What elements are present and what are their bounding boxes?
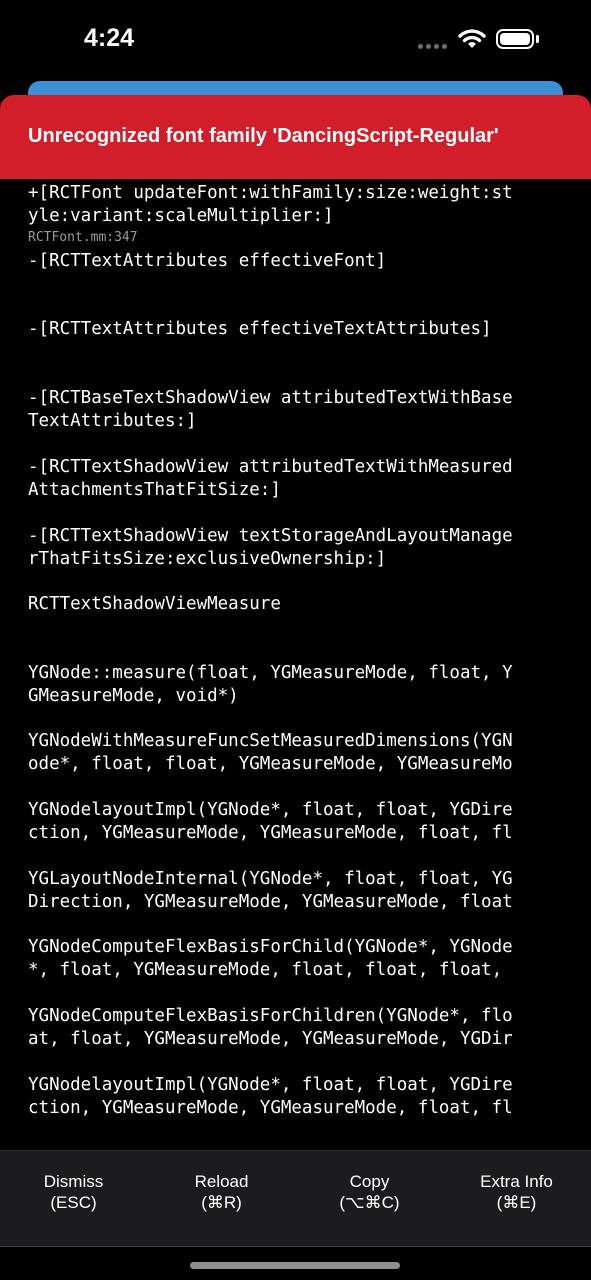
stack-frame[interactable]: +[RCTFont updateFont:withFamily:size:wei… — [28, 182, 564, 247]
stack-frame-method: -[RCTBaseTextShadowView attributedTextWi… — [28, 388, 513, 408]
battery-icon — [496, 29, 534, 49]
stack-frame[interactable]: YGNodelayoutImpl(YGNode*, float, float, … — [28, 799, 564, 844]
stack-frame-file: RCTFont.mm:347 — [28, 230, 138, 245]
stack-frame-method: YGNodeWithMeasureFuncSetMeasuredDimensio… — [28, 731, 513, 751]
error-header: Unrecognized font family 'DancingScript-… — [0, 95, 591, 179]
stack-frame[interactable]: -[RCTTextShadowView attributedTextWithMe… — [28, 456, 564, 501]
extra-info-shortcut: (⌘E) — [496, 1193, 537, 1212]
battery-tip — [536, 35, 539, 43]
stack-frame-method: -[RCTTextAttributes effectiveFont] — [28, 251, 387, 271]
stack-frame[interactable]: -[RCTBaseTextShadowView attributedTextWi… — [28, 387, 564, 432]
stack-trace[interactable]: +[RCTFont updateFont:withFamily:size:wei… — [0, 179, 591, 1150]
stack-frame-method: AttachmentsThatFitSize:] — [28, 479, 281, 500]
dismiss-label: Dismiss — [43, 1172, 104, 1191]
stack-frame[interactable]: RCTTextShadowViewMeasure — [28, 593, 564, 616]
reload-label: Reload — [194, 1172, 249, 1191]
extra-info-label: Extra Info — [480, 1172, 553, 1191]
stack-frame-method: -[RCTTextShadowView textStorageAndLayout… — [28, 526, 513, 546]
dismiss-shortcut: (ESC) — [50, 1193, 97, 1212]
stack-frame-method: yle:variant:scaleMultiplier:] — [28, 205, 334, 226]
stack-frame-method: YGNodelayoutImpl(YGNode*, float, float, … — [28, 1075, 513, 1095]
reload-button[interactable]: Reload (⌘R) — [148, 1171, 295, 1213]
extra-info-button[interactable]: Extra Info (⌘E) — [443, 1171, 590, 1213]
reload-shortcut: (⌘R) — [201, 1193, 242, 1212]
stack-frame-method: YGNodelayoutImpl(YGNode*, float, float, … — [28, 800, 513, 820]
stack-frame[interactable]: -[RCTTextShadowView textStorageAndLayout… — [28, 525, 564, 570]
redbox-toolbar: Dismiss (ESC) Reload (⌘R) Copy (⌥⌘C) Ext… — [0, 1150, 591, 1246]
stack-frame[interactable]: YGNodeComputeFlexBasisForChildren(YGNode… — [28, 1005, 564, 1050]
stack-frame[interactable]: -[RCTTextAttributes effectiveTextAttribu… — [28, 318, 564, 341]
stack-frame-method: ode*, float, float, YGMeasureMode, YGMea… — [28, 753, 513, 774]
stack-frame-method: TextAttributes:] — [28, 410, 197, 431]
stack-frame[interactable]: YGNodeComputeFlexBasisForChild(YGNode*, … — [28, 936, 564, 981]
stack-frame[interactable]: YGNodeWithMeasureFuncSetMeasuredDimensio… — [28, 730, 564, 775]
home-indicator — [190, 1262, 400, 1269]
copy-shortcut: (⌥⌘C) — [339, 1193, 400, 1212]
error-title: Unrecognized font family 'DancingScript-… — [28, 125, 499, 147]
stack-frame-method: rThatFitsSize:exclusiveOwnership:] — [28, 548, 387, 569]
stack-frame-method: YGNodeComputeFlexBasisForChild(YGNode*, … — [28, 937, 513, 957]
stack-frame-method: *, float, YGMeasureMode, float, float, f… — [28, 959, 503, 980]
dismiss-button[interactable]: Dismiss (ESC) — [0, 1171, 147, 1213]
status-time: 4:24 — [84, 24, 135, 52]
stack-frame[interactable]: YGLayoutNodeInternal(YGNode*, float, flo… — [28, 868, 564, 913]
status-bar: 4:24 — [0, 0, 591, 80]
signal-dots-icon — [418, 44, 452, 50]
stack-frame-method: RCTTextShadowViewMeasure — [28, 594, 281, 614]
stack-frame-method: Direction, YGMeasureMode, YGMeasureMode,… — [28, 891, 513, 912]
stack-frame-method: -[RCTTextAttributes effectiveTextAttribu… — [28, 319, 492, 339]
stack-frame[interactable]: YGNodelayoutImpl(YGNode*, float, float, … — [28, 1074, 564, 1119]
bottom-divider — [0, 1246, 591, 1247]
stack-frame-method: +[RCTFont updateFont:withFamily:size:wei… — [28, 183, 513, 203]
stack-frame-method: GMeasureMode, void*) — [28, 685, 239, 706]
stack-frame-method: -[RCTTextShadowView attributedTextWithMe… — [28, 457, 513, 477]
stack-frame-method: at, float, YGMeasureMode, YGMeasureMode,… — [28, 1028, 513, 1049]
stack-frame-method: YGNode::measure(float, YGMeasureMode, fl… — [28, 663, 513, 683]
stack-frame[interactable]: YGNode::measure(float, YGMeasureMode, fl… — [28, 662, 564, 707]
copy-label: Copy — [349, 1172, 390, 1191]
wifi-icon — [458, 28, 486, 55]
stack-frame-method: ction, YGMeasureMode, YGMeasureMode, flo… — [28, 822, 513, 843]
stack-frame[interactable]: -[RCTTextAttributes effectiveFont] — [28, 250, 564, 273]
stack-frame-method: ction, YGMeasureMode, YGMeasureMode, flo… — [28, 1097, 513, 1118]
copy-button[interactable]: Copy (⌥⌘C) — [296, 1171, 443, 1213]
stack-frame-method: YGLayoutNodeInternal(YGNode*, float, flo… — [28, 869, 513, 889]
stack-frame-method: YGNodeComputeFlexBasisForChildren(YGNode… — [28, 1006, 513, 1026]
